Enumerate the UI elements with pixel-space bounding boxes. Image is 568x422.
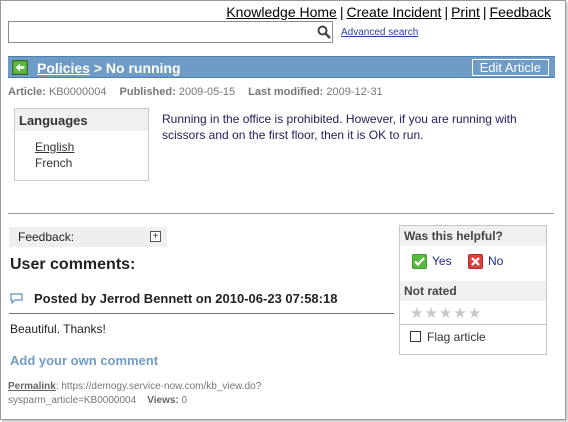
page-title: Policies > No running (37, 60, 181, 76)
article-metadata: Article: KB0000004 Published: 2009-05-15… (8, 86, 393, 98)
print-link[interactable]: Print (451, 4, 480, 20)
flag-article-label: Flag article (427, 330, 486, 344)
feedback-label: Feedback: (18, 230, 75, 244)
x-icon (468, 254, 483, 269)
sidebar-divider (400, 324, 546, 325)
languages-heading: Languages (15, 109, 148, 131)
rating-heading: Not rated (400, 281, 546, 301)
check-icon (412, 254, 427, 269)
knowledge-home-link[interactable]: Knowledge Home (226, 4, 337, 20)
add-comment-link[interactable]: Add your own comment (10, 353, 158, 368)
create-incident-link[interactable]: Create Incident (346, 4, 441, 20)
permalink-info: Permalink: https://demogy.service-now.co… (8, 380, 308, 408)
permalink-url-line1: : https://demogy.service-now.com/kb_view… (55, 381, 262, 392)
feedback-section-header[interactable]: Feedback: + (9, 227, 167, 247)
views-count: 0 (181, 395, 188, 406)
top-links: Knowledge Home | Create Incident | Print | Fee… (226, 4, 551, 20)
edit-article-button[interactable]: Edit Article (471, 59, 549, 76)
star-icon[interactable]: ★ (453, 305, 467, 322)
yes-label: Yes (432, 254, 452, 268)
no-button[interactable]: No (468, 254, 503, 269)
link-separator: | (444, 4, 449, 20)
helpfulness-sidebar: Was this helpful? Yes No Not rated ★★★★★… (399, 225, 547, 355)
checkbox-icon[interactable] (410, 331, 421, 342)
search-input[interactable] (8, 21, 333, 43)
kb-article-window: Knowledge Home | Create Incident | Print | Fee… (0, 0, 566, 420)
comment-author-line: Posted by Jerrod Bennett on 2010-06-23 0… (34, 291, 338, 306)
languages-panel: Languages English French (14, 108, 149, 181)
no-label: No (488, 254, 504, 268)
language-english-link[interactable]: English (35, 140, 74, 154)
link-separator: | (482, 4, 487, 20)
star-icon[interactable]: ★ (410, 305, 424, 322)
plus-icon[interactable]: + (150, 231, 161, 242)
search-icon[interactable] (317, 25, 331, 39)
article-title: No running (105, 60, 181, 76)
last-modified-label: Last modified: (248, 86, 324, 98)
permalink-url-line2: sysparm_article=KB0000004 (8, 395, 137, 406)
views-label: Views: (147, 395, 179, 406)
comment-text: Beautiful. Thanks! (10, 322, 106, 336)
breadcrumb-separator: > (93, 60, 102, 76)
yes-button[interactable]: Yes (412, 254, 452, 269)
last-modified-value: 2009-12-31 (326, 86, 383, 98)
star-rating[interactable]: ★★★★★ (410, 304, 482, 322)
language-french-label: French (35, 156, 73, 170)
published-label: Published: (119, 86, 176, 98)
article-title-bar: Policies > No running Edit Article (8, 56, 555, 78)
feedback-link[interactable]: Feedback (490, 4, 551, 20)
helpful-heading: Was this helpful? (400, 226, 546, 246)
star-icon[interactable]: ★ (424, 305, 438, 322)
article-number-label: Article: (8, 86, 46, 98)
comment-divider (9, 313, 394, 314)
article-number-value: KB0000004 (48, 86, 107, 98)
comment-bubble-icon (10, 293, 23, 304)
back-arrow-icon[interactable] (12, 60, 28, 75)
star-icon[interactable]: ★ (468, 305, 482, 322)
permalink-label[interactable]: Permalink (8, 381, 56, 392)
section-divider (8, 213, 554, 214)
star-icon[interactable]: ★ (439, 305, 453, 322)
flag-article-checkbox[interactable]: Flag article (410, 330, 486, 344)
breadcrumb-policies-link[interactable]: Policies (37, 60, 90, 76)
advanced-search-link[interactable]: Advanced search (341, 27, 418, 38)
user-comments-heading: User comments: (10, 256, 136, 273)
article-body: Running in the office is prohibited. How… (162, 112, 517, 142)
published-value: 2009-05-15 (178, 86, 236, 98)
